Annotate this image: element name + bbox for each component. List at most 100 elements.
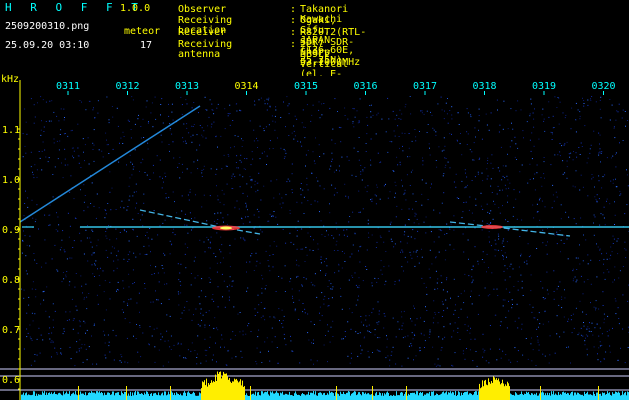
noise-pixel <box>181 312 183 314</box>
noise-pixel <box>401 316 403 318</box>
noise-pixel <box>470 290 472 292</box>
noise-pixel <box>507 179 509 181</box>
noise-pixel <box>370 199 372 201</box>
noise-pixel <box>35 296 37 298</box>
noise-pixel <box>232 280 234 282</box>
noise-pixel <box>400 241 402 243</box>
noise-pixel <box>77 332 79 334</box>
noise-pixel <box>597 246 599 248</box>
noise-pixel <box>266 337 268 339</box>
noise-pixel <box>609 351 611 353</box>
noise-pixel <box>568 318 569 320</box>
noise-pixel <box>600 161 601 163</box>
power-bar <box>366 394 367 400</box>
noise-pixel <box>423 221 425 223</box>
noise-pixel <box>500 146 502 148</box>
noise-pixel <box>502 254 504 256</box>
noise-pixel <box>269 106 271 108</box>
power-bar <box>385 394 386 400</box>
noise-pixel <box>320 270 321 272</box>
noise-pixel <box>234 238 236 240</box>
power-bar <box>227 376 228 400</box>
noise-pixel <box>116 107 118 109</box>
noise-pixel <box>336 228 338 230</box>
power-bar <box>434 395 435 400</box>
noise-pixel <box>591 96 593 97</box>
noise-pixel <box>500 321 502 323</box>
noise-pixel <box>184 140 186 142</box>
noise-pixel <box>385 131 387 133</box>
noise-pixel <box>160 333 162 335</box>
noise-pixel <box>475 351 477 352</box>
noise-pixel <box>57 158 59 160</box>
noise-pixel <box>254 104 256 106</box>
power-bar <box>295 391 296 400</box>
power-bar <box>480 388 481 400</box>
noise-pixel <box>284 265 286 267</box>
noise-pixel <box>143 245 145 247</box>
noise-pixel <box>585 239 587 241</box>
noise-pixel <box>22 240 24 242</box>
power-bar <box>387 391 388 400</box>
noise-pixel <box>426 310 428 311</box>
noise-pixel <box>152 301 154 303</box>
noise-pixel <box>164 340 166 342</box>
noise-pixel <box>96 294 98 296</box>
power-bar <box>292 395 293 400</box>
noise-pixel <box>272 266 274 268</box>
noise-pixel <box>323 298 325 300</box>
noise-pixel <box>421 248 422 250</box>
power-bar <box>501 383 502 400</box>
power-bar <box>515 392 516 400</box>
noise-pixel <box>368 356 370 358</box>
noise-pixel <box>603 206 605 208</box>
noise-pixel <box>340 295 342 297</box>
noise-pixel <box>112 116 114 118</box>
noise-pixel <box>80 167 82 168</box>
power-bar <box>589 394 590 400</box>
noise-pixel <box>330 283 332 285</box>
noise-pixel <box>352 123 354 124</box>
noise-pixel <box>471 303 473 305</box>
noise-pixel <box>331 184 333 186</box>
noise-pixel <box>437 278 439 280</box>
noise-pixel <box>188 132 190 134</box>
noise-pixel <box>537 339 539 341</box>
noise-pixel <box>453 215 455 217</box>
noise-pixel <box>178 304 180 306</box>
noise-pixel <box>120 354 122 356</box>
power-bar <box>568 393 569 400</box>
noise-pixel <box>265 126 267 128</box>
noise-pixel <box>375 195 377 197</box>
power-bar <box>145 394 146 400</box>
noise-pixel <box>590 302 591 304</box>
noise-pixel <box>26 133 28 135</box>
power-bar <box>184 391 185 400</box>
noise-pixel <box>353 147 355 149</box>
noise-pixel <box>231 175 233 177</box>
noise-pixel <box>559 251 561 253</box>
noise-pixel <box>272 120 274 122</box>
power-bar <box>183 392 184 400</box>
noise-pixel <box>32 320 34 322</box>
noise-pixel <box>226 183 228 185</box>
noise-pixel <box>296 248 298 250</box>
noise-pixel <box>394 281 396 282</box>
noise-pixel <box>404 231 406 233</box>
noise-pixel <box>253 140 255 142</box>
noise-pixel <box>321 103 323 105</box>
noise-pixel <box>486 168 488 170</box>
power-bar <box>229 378 230 400</box>
power-bar <box>283 394 284 400</box>
noise-pixel <box>318 101 320 103</box>
noise-pixel <box>31 199 33 201</box>
noise-pixel <box>510 263 512 265</box>
noise-pixel <box>425 232 427 234</box>
power-bar <box>33 391 34 400</box>
noise-pixel <box>620 347 621 349</box>
noise-pixel <box>209 99 211 101</box>
noise-pixel <box>504 252 506 254</box>
power-bar <box>347 392 348 400</box>
noise-pixel <box>42 99 44 101</box>
noise-pixel <box>327 286 329 287</box>
